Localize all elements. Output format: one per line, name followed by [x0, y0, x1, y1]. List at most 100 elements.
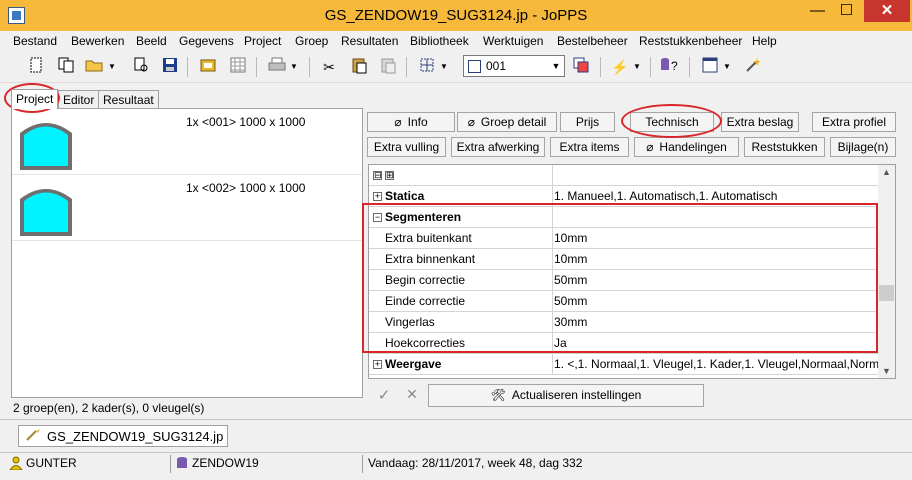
svg-text:?: ? — [671, 59, 678, 73]
report-dropdown-icon[interactable]: ▼ — [721, 56, 733, 78]
select-icon[interactable] — [416, 56, 438, 78]
paste-special-icon[interactable] — [377, 56, 399, 78]
menu-resultaten[interactable]: Resultaten — [341, 34, 398, 48]
menu-bewerken[interactable]: Bewerken — [71, 34, 124, 48]
button-label: Extra vulling — [373, 140, 440, 154]
menu-groep[interactable]: Groep — [295, 34, 328, 48]
maximize-button[interactable]: ☐ — [832, 0, 861, 22]
toolbar-separator — [309, 57, 310, 77]
document-icon — [26, 428, 42, 445]
category-label: Weergave — [385, 357, 442, 371]
menu-bar: Bestand Bewerken Beeld Gegevens Project … — [0, 31, 912, 51]
group-detail-button[interactable]: ⌀ Groep detail — [457, 112, 557, 132]
item-label: 1x <001> 1000 x 1000 — [186, 115, 306, 129]
button-label: Actualiseren instellingen — [511, 388, 642, 402]
button-label: Info — [407, 115, 428, 129]
button-label: Groep detail — [480, 115, 547, 129]
tab-project[interactable]: Project — [11, 89, 59, 109]
remnants-button[interactable]: Reststukken — [744, 137, 825, 157]
tools-icon: 🛠 — [490, 388, 506, 402]
window-thumbnail — [20, 189, 72, 236]
chevron-down-icon[interactable]: ▼ — [548, 56, 564, 76]
attachments-button[interactable]: Bijlage(n) — [830, 137, 896, 157]
cancel-icon[interactable]: ✕ — [401, 386, 423, 406]
menu-help[interactable]: Help — [752, 34, 777, 48]
lightning-dropdown-icon[interactable]: ▼ — [631, 56, 643, 78]
group-select-value: 001 — [486, 59, 507, 73]
menu-project[interactable]: Project — [244, 34, 281, 48]
report-icon[interactable] — [699, 56, 721, 78]
extra-items-button[interactable]: Extra items — [550, 137, 629, 157]
menu-bestelbeheer[interactable]: Bestelbeheer — [557, 34, 628, 48]
layers-icon[interactable] — [570, 56, 592, 78]
button-label: Bijlage(n) — [837, 140, 889, 154]
expand-all-icon[interactable]: ⊟ — [373, 171, 382, 181]
menu-bestand[interactable]: Bestand — [13, 34, 57, 48]
button-label: Extra beslag — [726, 115, 794, 129]
scroll-thumb[interactable] — [879, 285, 894, 301]
minimize-button[interactable]: — — [803, 0, 832, 22]
menu-gegevens[interactable]: Gegevens — [179, 34, 234, 48]
extra-profile-button[interactable]: Extra profiel — [812, 112, 896, 132]
grid-row-weergave[interactable]: + Weergave 1. <,1. Normaal,1. Vleugel,1. … — [369, 354, 878, 375]
annotation-box-segmenteren — [362, 203, 878, 353]
lightning-icon[interactable]: ⚡ — [609, 56, 631, 78]
grid-icon[interactable] — [227, 56, 249, 78]
toolbar-separator — [650, 57, 651, 77]
open-dropdown-icon[interactable]: ▼ — [106, 56, 118, 78]
expand-icon[interactable]: + — [373, 360, 382, 370]
status-database: ZENDOW19 — [192, 456, 259, 470]
copy-icon[interactable] — [55, 56, 77, 78]
database-query-icon[interactable]: ? — [659, 56, 681, 78]
menu-bibliotheek[interactable]: Bibliotheek — [410, 34, 469, 48]
app-icon[interactable] — [8, 7, 25, 24]
print-preview-icon[interactable] — [130, 56, 152, 78]
status-date: Vandaag: 28/11/2017, week 48, dag 332 — [368, 456, 583, 470]
extra-hardware-button[interactable]: Extra beslag — [721, 112, 799, 132]
checkmark-icon[interactable]: ✓ — [373, 386, 395, 406]
select-dropdown-icon[interactable]: ▼ — [438, 56, 450, 78]
paste-icon[interactable] — [348, 56, 370, 78]
grid-header-cell: ⊟ ⊞ — [369, 165, 553, 185]
project-summary: 2 groep(en), 2 kader(s), 0 vleugel(s) — [13, 401, 205, 415]
print-dropdown-icon[interactable]: ▼ — [288, 56, 300, 78]
toolbar-separator — [187, 57, 188, 77]
menu-beeld[interactable]: Beeld — [136, 34, 167, 48]
extra-filling-button[interactable]: Extra vulling — [367, 137, 446, 157]
new-icon[interactable] — [25, 56, 47, 78]
wand-icon[interactable] — [742, 56, 764, 78]
paperclip-icon: ⌀ — [394, 115, 402, 129]
collapse-all-icon[interactable]: ⊞ — [385, 171, 394, 181]
window-title: GS_ZENDOW19_SUG3124.jp - JoPPS — [324, 7, 588, 24]
list-item[interactable]: 1x <002> 1000 x 1000 — [12, 175, 362, 241]
cut-icon[interactable]: ✂ — [318, 56, 340, 78]
grid-scrollbar[interactable]: ▲ ▼ — [878, 165, 895, 378]
toolbar-separator — [689, 57, 690, 77]
catalog-icon[interactable] — [197, 56, 219, 78]
expand-icon[interactable]: + — [373, 192, 382, 202]
tab-editor[interactable]: Editor — [58, 90, 100, 108]
grid-category-name: + Weergave — [369, 354, 553, 374]
list-item[interactable]: 1x <001> 1000 x 1000 — [12, 109, 362, 175]
category-label: Statica — [385, 189, 425, 203]
close-button[interactable]: ✕ — [864, 0, 910, 22]
toolbar: ▼ ▼ ✂ ▼ 001 ▼ ⚡ ▼ ? ▼ — [0, 51, 912, 83]
menu-werktuigen[interactable]: Werktuigen — [483, 34, 543, 48]
menu-reststukkenbeheer[interactable]: Reststukkenbeheer — [639, 34, 742, 48]
extra-finishing-button[interactable]: Extra afwerking — [451, 137, 545, 157]
annotation-circle-technisch — [621, 104, 722, 138]
scroll-up-icon[interactable]: ▲ — [878, 167, 895, 177]
database-icon — [176, 456, 188, 473]
group-select[interactable]: 001 ▼ — [463, 55, 565, 77]
save-icon[interactable] — [159, 56, 181, 78]
tab-resultaat[interactable]: Resultaat — [98, 90, 159, 108]
open-folder-icon[interactable] — [84, 56, 106, 78]
printer-icon[interactable] — [266, 56, 288, 78]
scroll-down-icon[interactable]: ▼ — [878, 366, 895, 376]
price-button[interactable]: Prijs — [560, 112, 615, 132]
update-settings-button[interactable]: 🛠 Actualiseren instellingen — [428, 384, 704, 407]
info-button[interactable]: ⌀ Info — [367, 112, 455, 132]
button-label: Prijs — [575, 115, 600, 129]
operations-button[interactable]: ⌀ Handelingen — [634, 137, 739, 157]
document-tab[interactable]: GS_ZENDOW19_SUG3124.jp — [18, 425, 228, 447]
